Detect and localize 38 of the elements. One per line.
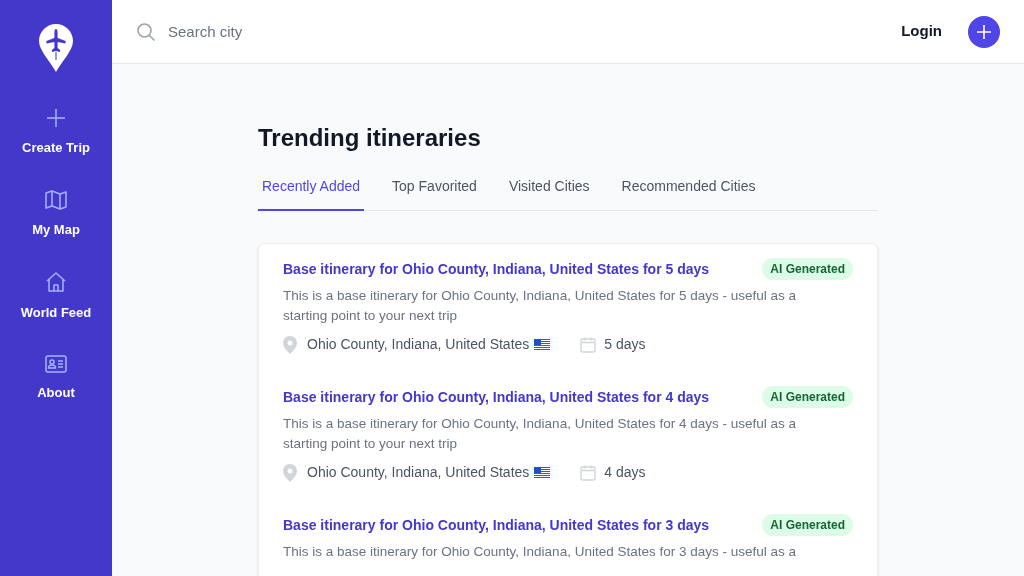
location-text: Ohio County, Indiana, United States	[307, 335, 530, 354]
location-pin-icon	[283, 463, 297, 482]
tab[interactable]: Recently Added	[258, 176, 365, 211]
ai-generated-badge: AI Generated	[762, 258, 853, 280]
plane-pin-logo[interactable]	[39, 24, 73, 72]
tab[interactable]: Recommended Cities	[617, 176, 760, 211]
us-flag-icon	[534, 339, 551, 350]
itinerary-title-link[interactable]: Base itinerary for Ohio County, Indiana, United States for 4 days	[283, 386, 710, 408]
tab[interactable]: Top Favorited	[388, 176, 481, 211]
sidebar-nav-item[interactable]: About	[37, 354, 75, 402]
search-field[interactable]: Search city	[168, 20, 536, 44]
page-title: Trending itineraries	[258, 123, 482, 153]
login-button[interactable]: Login	[901, 20, 942, 43]
add-button[interactable]	[968, 16, 1000, 48]
duration-text: 4 days	[604, 463, 646, 482]
home-icon	[45, 271, 67, 293]
location-pin-icon	[283, 335, 297, 354]
id-card-icon	[45, 354, 67, 373]
tab[interactable]: Visited Cities	[504, 176, 594, 211]
plus-icon	[976, 24, 992, 40]
ai-generated-badge: AI Generated	[762, 386, 853, 408]
us-flag-icon	[534, 467, 551, 478]
calendar-icon	[580, 464, 597, 481]
location-text: Ohio County, Indiana, United States	[307, 463, 530, 482]
itinerary-title-link[interactable]: Base itinerary for Ohio County, Indiana, United States for 5 days	[283, 258, 710, 280]
duration-text: 5 days	[604, 335, 646, 354]
itinerary-description: This is a base itinerary for Ohio County, Indiana, United States for 4 days - useful as a starting point to your next trip	[283, 415, 797, 453]
sidebar-nav-item[interactable]: World Feed	[20, 271, 92, 323]
itinerary-description: This is a base itinerary for Ohio County, Indiana, United States for 5 days - useful as a starting point to your next trip	[283, 287, 797, 325]
plus-icon	[46, 108, 66, 128]
itinerary-title-link[interactable]: Base itinerary for Ohio County, Indiana, United States for 3 days	[283, 514, 710, 536]
sidebar-nav-item[interactable]: Create Trip	[22, 108, 90, 158]
search-icon	[136, 22, 156, 42]
sidebar-nav-item[interactable]: My Map	[32, 189, 80, 239]
map-icon	[45, 189, 67, 210]
itinerary-description: This is a base itinerary for Ohio County, Indiana, United States for 3 days - useful as a	[283, 543, 797, 561]
calendar-icon	[580, 336, 597, 353]
ai-generated-badge: AI Generated	[762, 514, 853, 536]
